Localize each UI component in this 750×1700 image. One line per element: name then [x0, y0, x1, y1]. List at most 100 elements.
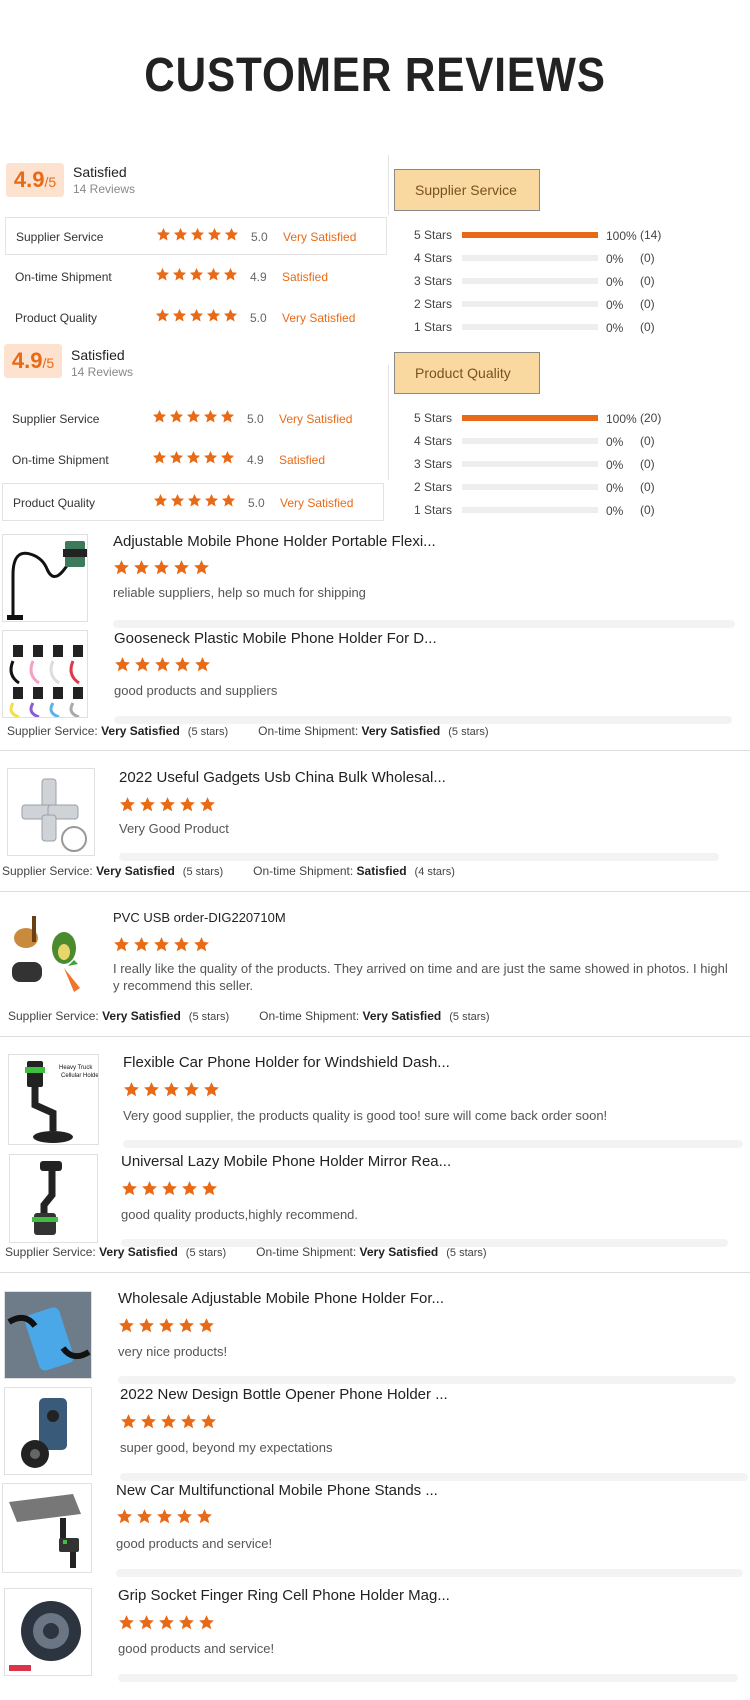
distribution-bar [462, 255, 598, 261]
overall-score-badge: 4.9/5 [6, 163, 64, 197]
rating-score: 5.0 [251, 230, 268, 244]
product-title[interactable]: Grip Socket Finger Ring Cell Phone Holde… [118, 1587, 450, 1604]
meta-label: On-time Shipment: [259, 1009, 360, 1023]
star-icon [204, 1082, 219, 1097]
star-icon [194, 560, 209, 575]
meta-stars: (5 stars) [182, 866, 224, 878]
product-image-usb-adapter[interactable] [7, 768, 95, 856]
distribution-label: 3 Stars [414, 457, 453, 471]
review-text: good products and service! [118, 1641, 275, 1656]
review-star-rating [116, 1508, 216, 1526]
distribution-count: (0) [640, 457, 655, 471]
star-icon [153, 493, 168, 507]
product-image-ring-holder[interactable] [4, 1588, 92, 1676]
image-caption: Heavy Truck [59, 1065, 93, 1071]
star-icon [184, 1082, 199, 1097]
product-title[interactable]: Adjustable Mobile Phone Holder Portable … [113, 533, 436, 550]
star-icon [120, 797, 135, 812]
star-icon [164, 1082, 179, 1097]
star-icon [175, 657, 190, 672]
meta-label: Supplier Service: [2, 864, 93, 878]
star-icon [152, 409, 167, 423]
rating-row-on-time-shipment: On-time Shipment 4.9 Satisfied [5, 258, 387, 296]
star-icon [224, 227, 239, 241]
review-star-rating [118, 1614, 218, 1632]
star-icon [155, 308, 170, 322]
rating-text: Very Satisfied [280, 496, 354, 510]
star-icon [179, 1318, 194, 1333]
star-icon [134, 937, 149, 952]
divider [388, 365, 389, 480]
product-image-colorful-neck-holders[interactable] [2, 630, 88, 718]
product-title[interactable]: PVC USB order-DIG220710M [113, 910, 286, 925]
product-image-pvc-usb-figures[interactable] [2, 908, 90, 996]
review-text: reliable suppliers, help so much for shi… [113, 585, 366, 600]
distribution-label: 1 Stars [414, 503, 453, 517]
divider [114, 716, 732, 724]
star-rating [155, 308, 240, 323]
rating-row-supplier-service: Supplier Service 5.0 Very Satisfied [2, 400, 384, 438]
distribution-count: (20) [640, 411, 662, 425]
product-image-bottle-opener-holder[interactable] [4, 1387, 92, 1475]
meta-stars: (4 stars) [414, 866, 455, 878]
review-text: good quality products,highly recommend. [121, 1207, 359, 1222]
star-icon [117, 1509, 132, 1524]
product-image-car-windshield-holder[interactable]: Heavy Truck Cellular Holder [8, 1054, 99, 1145]
product-title[interactable]: Universal Lazy Mobile Phone Holder Mirro… [121, 1153, 451, 1170]
divider [113, 620, 735, 628]
rating-text: Very Satisfied [283, 230, 357, 244]
distribution-bar [462, 324, 598, 330]
product-title[interactable]: Gooseneck Plastic Mobile Phone Holder Fo… [114, 630, 437, 647]
star-icon [202, 1181, 217, 1196]
rating-score: 5.0 [250, 311, 267, 325]
star-icon [203, 450, 218, 464]
star-icon [170, 493, 185, 507]
star-icon [180, 797, 195, 812]
star-icon [121, 1414, 136, 1429]
star-icon [137, 1509, 152, 1524]
meta-stars: (5 stars) [185, 1247, 227, 1259]
star-icon [135, 657, 150, 672]
distribution-percent: 0% [606, 252, 624, 266]
rating-row-on-time-shipment: On-time Shipment 4.9 Satisfied [2, 441, 384, 479]
star-icon [174, 560, 189, 575]
rating-label: On-time Shipment [12, 453, 109, 467]
distribution-label: 3 Stars [414, 274, 453, 288]
review-text: good products and suppliers [114, 683, 278, 698]
product-image-mirror-holder[interactable] [9, 1154, 98, 1243]
distribution-label: 4 Stars [414, 434, 453, 448]
product-image-bike-phone-holder[interactable] [4, 1291, 92, 1379]
meta-value: Very Satisfied [102, 1009, 181, 1023]
dimension-tab-supplier-service[interactable]: Supplier Service [394, 169, 540, 211]
rating-text: Satisfied [279, 453, 326, 467]
meta-stars: (5 stars) [188, 1011, 230, 1023]
dimension-tab-product-quality[interactable]: Product Quality [394, 352, 540, 394]
product-title[interactable]: Flexible Car Phone Holder for Windshield… [123, 1054, 450, 1071]
star-icon [172, 267, 187, 281]
star-rating [155, 267, 240, 282]
distribution-label: 5 Stars [414, 228, 453, 242]
distribution-bar [462, 301, 598, 307]
distribution-bar-fill [462, 415, 598, 421]
review-star-rating [123, 1081, 223, 1099]
star-icon [152, 450, 167, 464]
distribution-count: (14) [640, 228, 662, 242]
distribution-percent: 0% [606, 275, 624, 289]
star-icon [141, 1414, 156, 1429]
product-title[interactable]: Wholesale Adjustable Mobile Phone Holder… [118, 1290, 444, 1307]
product-title[interactable]: 2022 New Design Bottle Opener Phone Hold… [120, 1386, 448, 1403]
review-text-line: y recommend this seller. [113, 978, 254, 993]
overall-score-badge: 4.9/5 [4, 344, 62, 378]
review-meta: Supplier Service: Very Satisfied (5 stars… [8, 1009, 490, 1023]
meta-value: Very Satisfied [101, 724, 180, 738]
star-icon [186, 450, 201, 464]
meta-value: Satisfied [356, 864, 407, 878]
product-image-car-stand[interactable] [2, 1483, 92, 1573]
meta-value: Very Satisfied [99, 1245, 178, 1259]
rating-label: On-time Shipment [15, 270, 112, 284]
product-image-gooseneck-holder[interactable] [2, 534, 88, 622]
section-divider [0, 1272, 750, 1273]
product-title[interactable]: 2022 Useful Gadgets Usb China Bulk Whole… [119, 769, 446, 786]
divider [118, 1376, 736, 1384]
product-title[interactable]: New Car Multifunctional Mobile Phone Sta… [116, 1482, 438, 1499]
